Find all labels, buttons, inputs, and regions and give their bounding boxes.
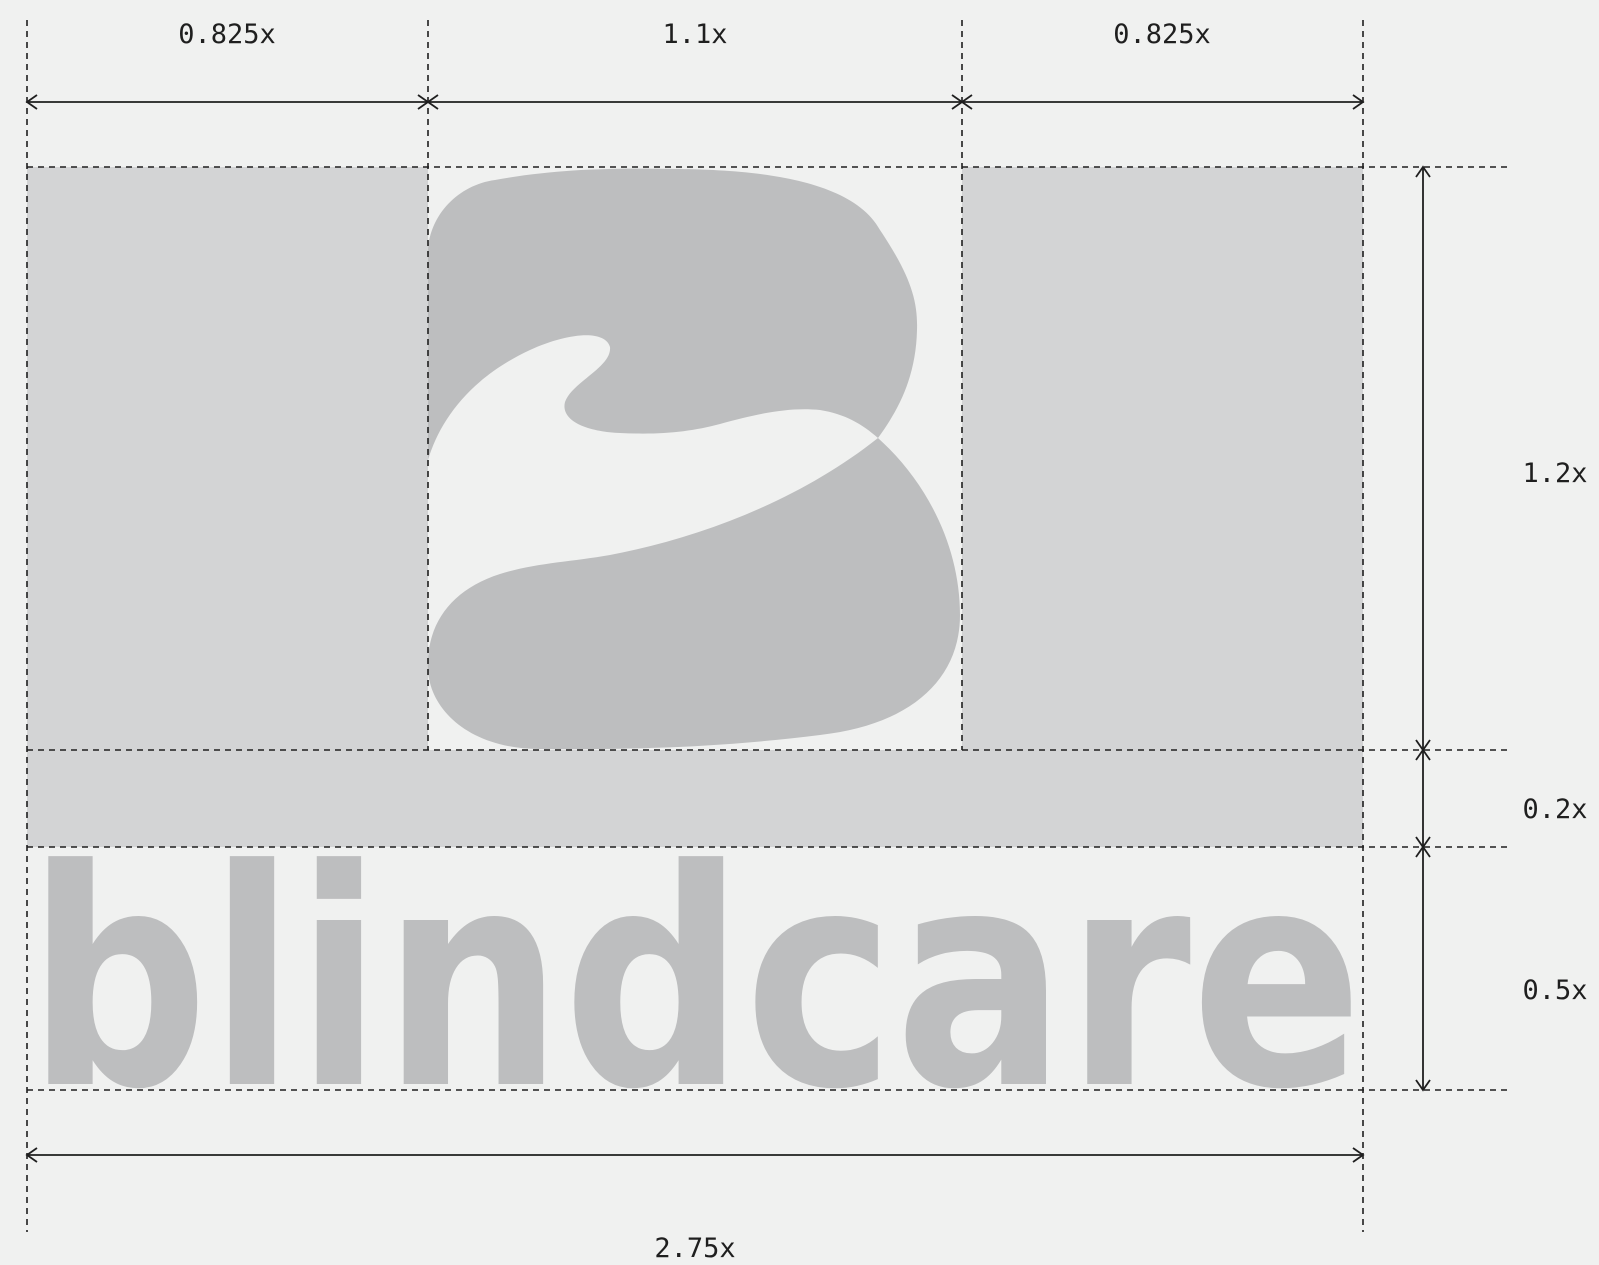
right-clear-space [962, 167, 1363, 750]
arrow-right-wordmark-height [1415, 845, 1431, 1092]
label-top-left: 0.825x [178, 19, 276, 50]
label-right-mark-height: 1.2x [1522, 458, 1587, 489]
label-right-gap: 0.2x [1522, 794, 1587, 825]
logo-mark-upper-shape [428, 168, 918, 460]
label-top-center: 1.1x [662, 19, 727, 50]
arrow-right-gap [1415, 748, 1431, 849]
arrow-right-mark-height [1415, 165, 1431, 752]
arrow-top-center [426, 94, 964, 110]
label-right-wordmark-height: 0.5x [1522, 975, 1587, 1006]
arrow-top-left [25, 94, 430, 110]
label-top-right: 0.825x [1113, 19, 1211, 50]
left-clear-space [27, 167, 428, 750]
logo-clearspace-diagram: blindcare 0.825x 1.1x 0.825x 1.2x 0.2x 0… [25, 19, 1588, 1264]
logo-mark-lower-shape [427, 438, 960, 750]
arrow-top-right [960, 94, 1365, 110]
label-bottom-total-width: 2.75x [654, 1233, 735, 1264]
wordmark-text: blindcare [27, 806, 1363, 1155]
logo-mark [427, 168, 960, 750]
